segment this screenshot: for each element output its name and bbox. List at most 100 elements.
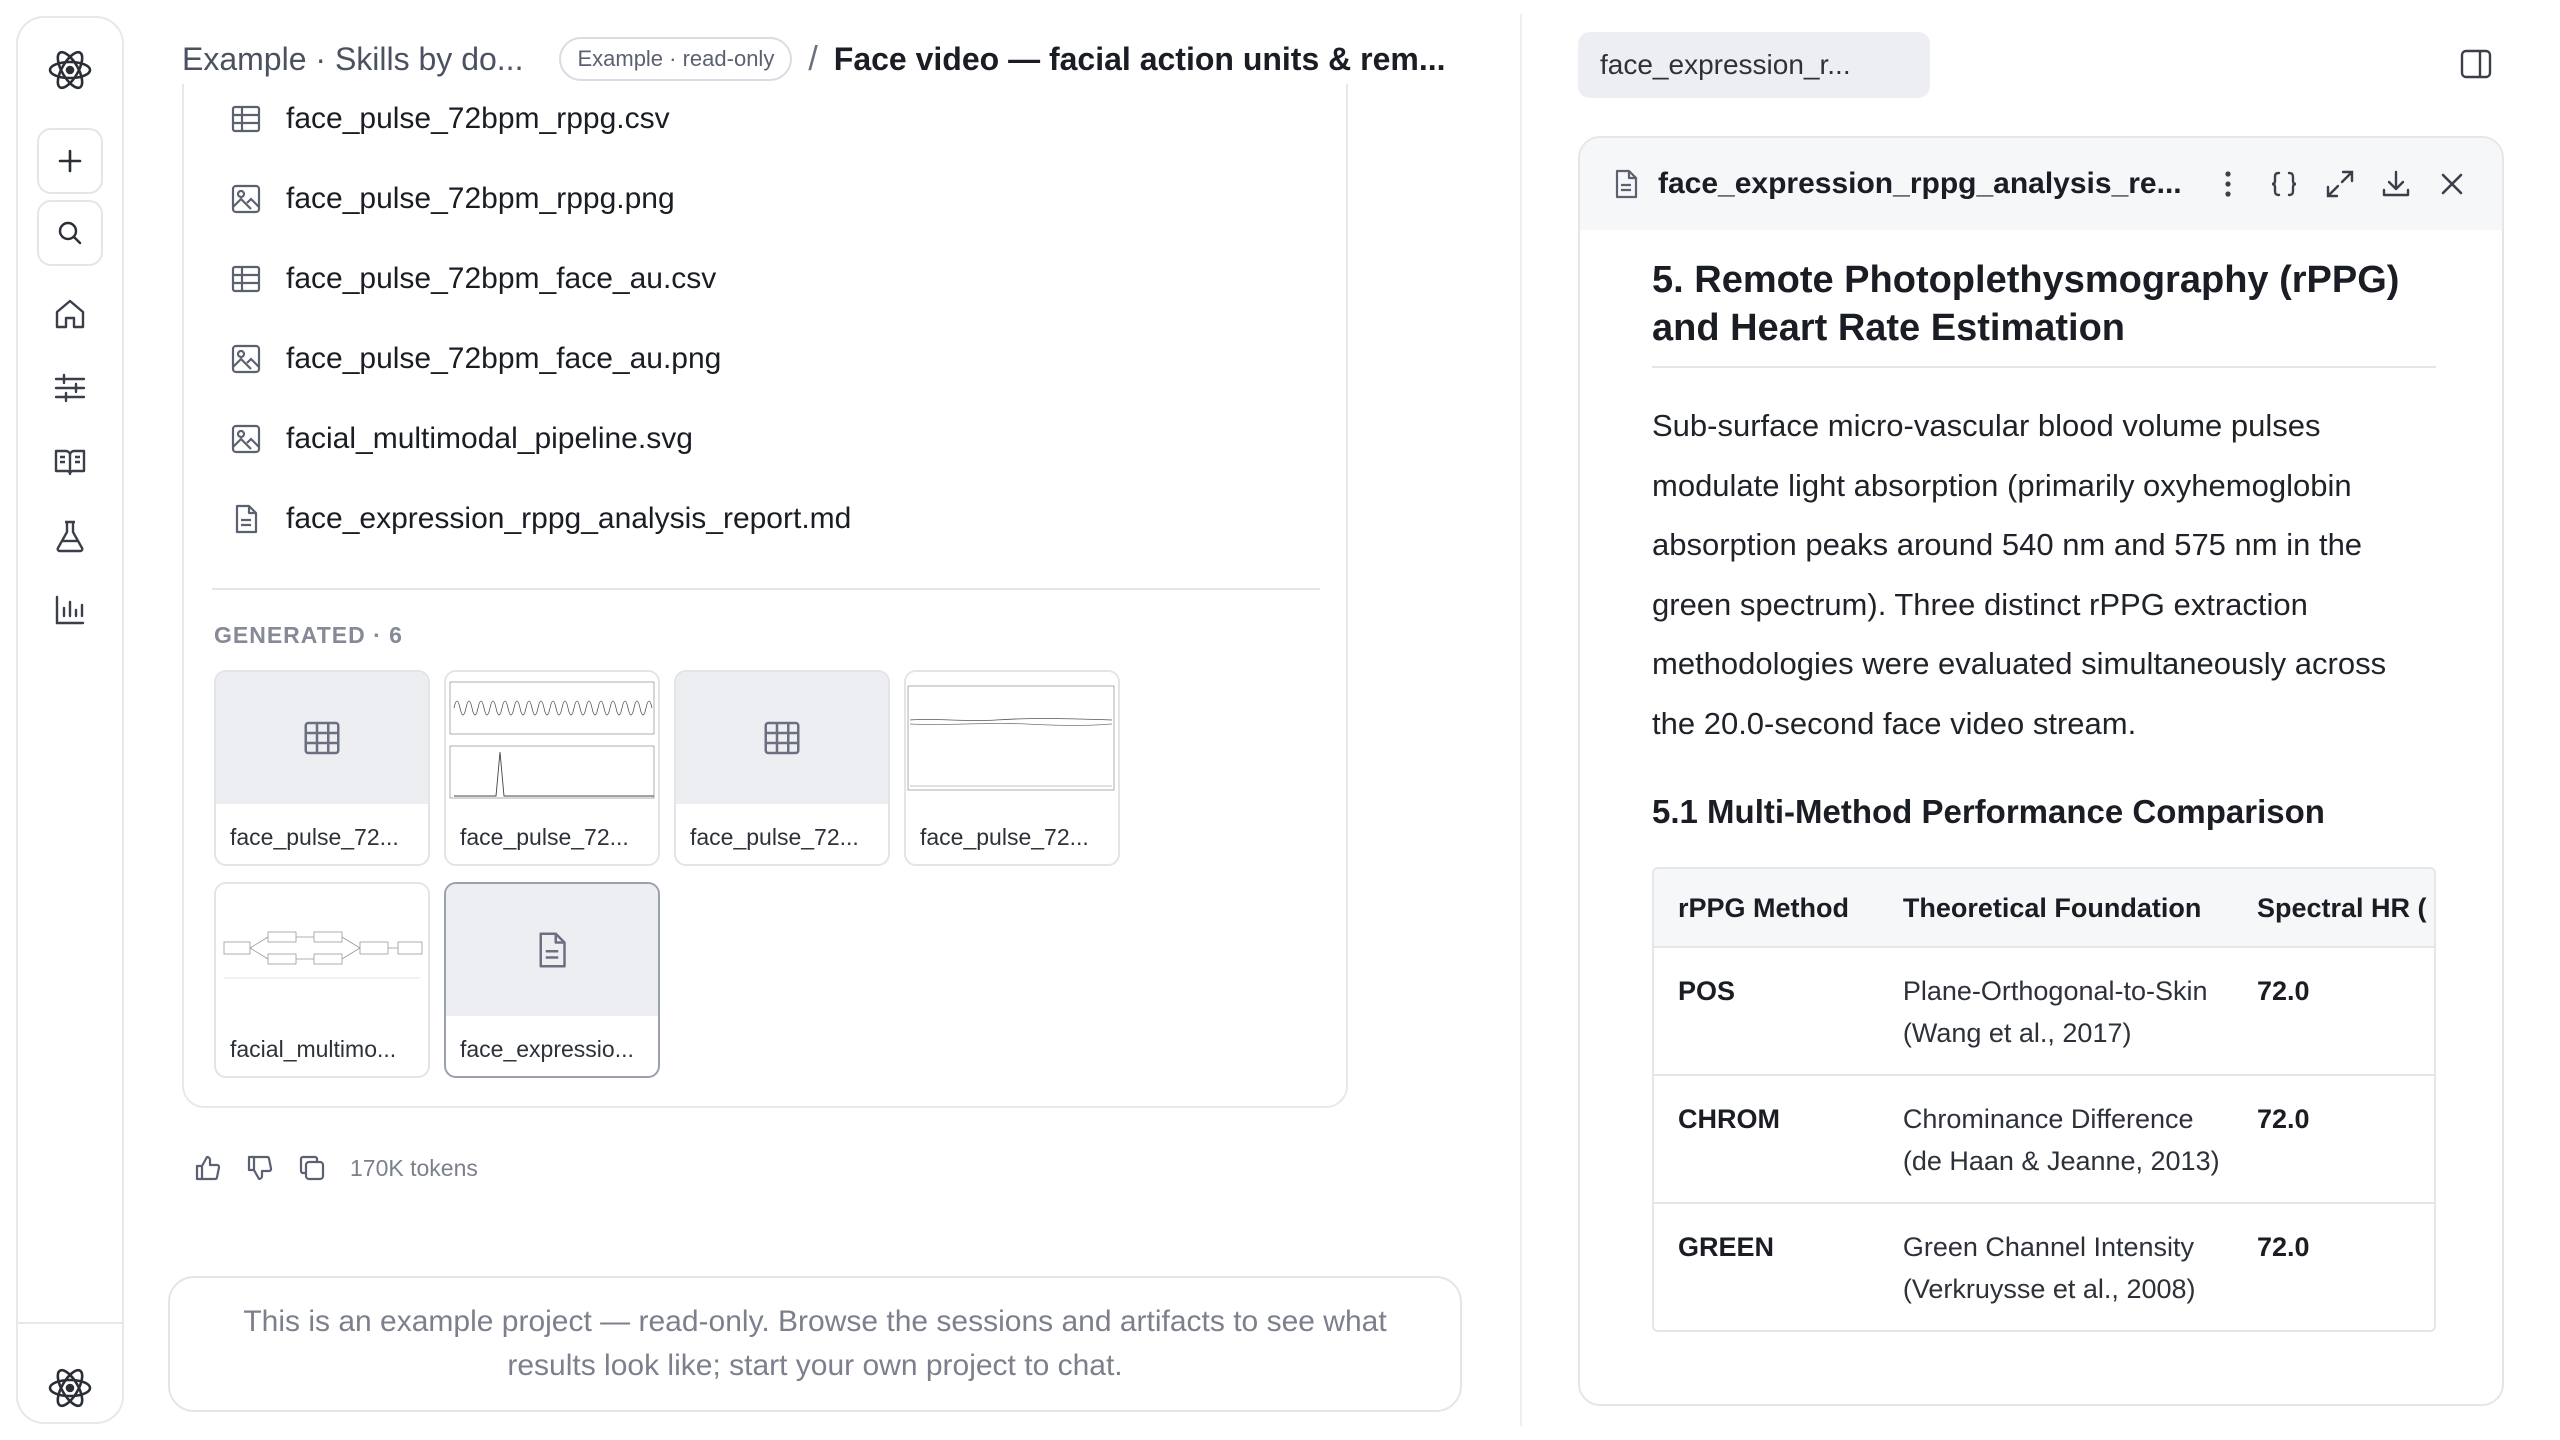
table-icon (228, 261, 264, 297)
left-rail (16, 16, 124, 1424)
panel-divider[interactable] (1520, 14, 1522, 1426)
experiments-nav[interactable] (50, 516, 90, 556)
file-name: face_pulse_72bpm_face_au.png (286, 342, 722, 375)
table-cell: 72.0 (2257, 1232, 2310, 1262)
table-cell: Green Channel Intensity (Verkruysse et a… (1902, 1232, 2196, 1304)
table-cell: GREEN (1678, 1232, 1775, 1262)
tile-label: face_pulse_72... (690, 824, 859, 850)
file-item[interactable]: face_pulse_72bpm_face_au.png (228, 334, 721, 384)
document-body: 5. Remote Photoplethysmography (rPPG) an… (1652, 256, 2436, 1332)
section-heading: 5. Remote Photoplethysmography (rPPG) an… (1652, 256, 2436, 368)
table-row: GREEN Green Channel Intensity (Verkruyss… (1654, 1204, 2434, 1330)
file-name: face_pulse_72bpm_rppg.png (286, 182, 675, 215)
plus-icon (58, 149, 82, 173)
flask-icon (56, 520, 84, 553)
method-comparison-table: rPPG Method Theoretical Foundation Spect… (1652, 867, 2436, 1332)
table-row: CHROM Chrominance Difference (de Haan & … (1654, 1076, 2434, 1204)
table-icon (216, 672, 428, 804)
artifact-tile[interactable]: face_pulse_72... (444, 670, 660, 866)
column-header: rPPG Method (1654, 869, 1879, 946)
au-plot-thumbnail (906, 672, 1118, 804)
tile-label: facial_multimo... (230, 1036, 397, 1062)
thumbs-down-icon[interactable] (242, 1150, 278, 1186)
table-cell: Plane-Orthogonal-to-Skin (Wang et al., 2… (1902, 976, 2208, 1048)
home-nav[interactable] (50, 294, 90, 334)
breadcrumb: Example · Skills by do... Example · read… (182, 34, 1446, 84)
atom-logo-icon[interactable] (46, 46, 94, 94)
image-icon (228, 421, 264, 457)
table-row: POS Plane-Orthogonal-to-Skin (Wang et al… (1654, 948, 2434, 1076)
settings-nav[interactable] (50, 368, 90, 408)
more-options-icon[interactable] (2208, 164, 2248, 204)
file-item[interactable]: facial_multimodal_pipeline.svg (228, 414, 693, 464)
search-button[interactable] (37, 200, 103, 266)
tile-label: face_pulse_72... (230, 824, 399, 850)
file-name: face_pulse_72bpm_rppg.csv (286, 102, 670, 135)
file-item[interactable]: face_pulse_72bpm_rppg.png (228, 174, 675, 224)
column-header: Theoretical Foundation (1878, 869, 2233, 946)
file-name: face_expression_rppg_analysis_report.md (286, 502, 852, 535)
home-icon (55, 299, 85, 329)
artifact-tile[interactable]: face_pulse_72... (674, 670, 890, 866)
tab-report[interactable]: face_expression_r... (1578, 32, 1930, 98)
artifact-tile-selected[interactable]: face_expressio... (444, 882, 660, 1078)
table-icon (676, 672, 888, 804)
search-icon (58, 221, 82, 245)
file-item[interactable]: face_pulse_72bpm_rppg.csv (228, 94, 670, 144)
breadcrumb-separator: / (808, 39, 818, 78)
subsection-heading: 5.1 Multi-Method Performance Comparison (1652, 793, 2325, 830)
rppg-plot-thumbnail (446, 672, 658, 804)
section-paragraph: Sub-surface micro-vascular blood volume … (1652, 408, 2387, 741)
artifact-tile[interactable]: face_pulse_72... (904, 670, 1120, 866)
panel-toggle-icon[interactable] (2456, 44, 2496, 84)
table-cell: 72.0 (2257, 976, 2310, 1006)
table-cell: CHROM (1678, 1104, 1780, 1134)
readonly-notice: This is an example project — read-only. … (168, 1276, 1462, 1412)
library-nav[interactable] (50, 442, 90, 482)
download-icon[interactable] (2376, 164, 2416, 204)
file-item[interactable]: face_expression_rppg_analysis_report.md (228, 494, 851, 544)
file-name: facial_multimodal_pipeline.svg (286, 422, 693, 455)
readonly-badge: Example · read-only (559, 37, 793, 81)
artifact-tile[interactable]: facial_multimo... (214, 882, 430, 1078)
analytics-nav[interactable] (50, 590, 90, 630)
column-header: Spectral HR ( (2233, 869, 2434, 946)
document-viewer: face_expression_rppg_analysis_re... 5. R… (1578, 136, 2504, 1406)
artifact-tile[interactable]: face_pulse_72... (214, 670, 430, 866)
tile-label: face_pulse_72... (920, 824, 1089, 850)
sliders-icon (54, 373, 86, 403)
document-icon (446, 884, 658, 1016)
tile-label: face_expressio... (460, 1036, 634, 1062)
bar-chart-icon (55, 595, 85, 625)
table-cell: Chrominance Difference (de Haan & Jeanne… (1902, 1104, 2220, 1176)
breadcrumb-project[interactable]: Example · Skills by do... (182, 41, 523, 78)
thumbs-up-icon[interactable] (190, 1150, 226, 1186)
code-braces-icon[interactable] (2264, 164, 2304, 204)
book-icon (54, 449, 86, 476)
new-button[interactable] (37, 128, 103, 194)
copy-icon[interactable] (294, 1150, 330, 1186)
image-icon (228, 181, 264, 217)
table-cell: 72.0 (2257, 1104, 2310, 1134)
close-icon[interactable] (2432, 164, 2472, 204)
table-header-row: rPPG Method Theoretical Foundation Spect… (1654, 869, 2434, 948)
section-divider (212, 588, 1320, 590)
document-title: face_expression_rppg_analysis_re... (1658, 167, 2182, 200)
document-icon (228, 501, 264, 537)
tile-label: face_pulse_72... (460, 824, 629, 850)
file-item[interactable]: face_pulse_72bpm_face_au.csv (228, 254, 716, 304)
document-icon (1610, 168, 1642, 200)
generated-label: GENERATED · 6 (214, 622, 403, 648)
expand-icon[interactable] (2320, 164, 2360, 204)
atom-account-icon[interactable] (46, 1364, 94, 1412)
rail-divider (18, 1322, 122, 1324)
token-count: 170K tokens (350, 1154, 478, 1181)
document-header: face_expression_rppg_analysis_re... (1580, 138, 2502, 230)
table-icon (228, 101, 264, 137)
message-actions: 170K tokens (190, 1148, 478, 1188)
session-title: Face video — facial action units & rem..… (833, 40, 1446, 77)
artifact-card: face_pulse_72bpm_rppg.csv face_pulse_72b… (182, 60, 1348, 1108)
table-cell: POS (1678, 976, 1736, 1006)
image-icon (228, 341, 264, 377)
file-name: face_pulse_72bpm_face_au.csv (286, 262, 717, 295)
